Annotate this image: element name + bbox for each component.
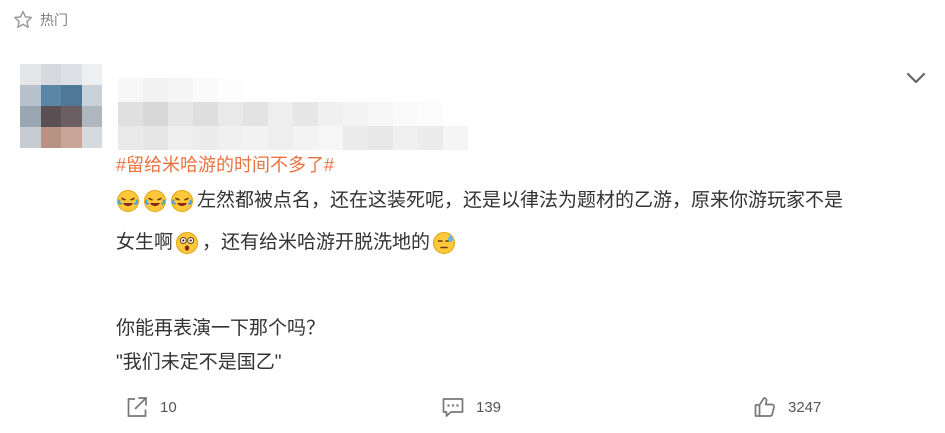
comment-text-2b: ，还有给米哈游开脱洗地的 [202, 232, 431, 253]
like-button[interactable]: 3247 [752, 392, 821, 422]
comment-line-2: 女生啊 ，还有给米哈游开脱洗地的 [116, 222, 926, 264]
laughing-crying-emoji [116, 189, 140, 213]
comment-line-6: "我们未定不是国乙" [116, 352, 282, 373]
chevron-down-icon[interactable] [904, 66, 928, 90]
like-count: 3247 [788, 398, 822, 416]
comment-body: #留给米哈游的时间不多了# 左然都被点名，还在这装死呢，还是以律法为题材的乙游，… [116, 150, 926, 380]
hot-label: 热门 [40, 12, 68, 28]
hot-section-header: 热门 [12, 8, 68, 32]
avatar[interactable] [20, 64, 102, 148]
comment-line-5: 你能再表演一下那个吗？ [116, 318, 326, 339]
comment-text-2a: 女生啊 [116, 232, 174, 253]
like-icon [752, 394, 778, 420]
comment-icon [440, 394, 466, 420]
sweat-emoji [432, 231, 456, 255]
repost-button[interactable]: 10 [124, 392, 177, 422]
comment-line-1: 左然都被点名，还在这装死呢，还是以律法为题材的乙游，原来你游玩家不是 [116, 180, 926, 222]
laughing-crying-emoji [143, 189, 167, 213]
username-blurred[interactable] [118, 78, 468, 150]
comment-button[interactable]: 139 [440, 392, 501, 422]
laughing-crying-emoji [170, 189, 194, 213]
comment-text-1: 左然都被点名，还在这装死呢，还是以律法为题材的乙游，原来你游玩家不是 [197, 190, 844, 211]
shocked-emoji [175, 231, 199, 255]
repost-count: 10 [160, 398, 177, 416]
star-icon [12, 9, 34, 31]
topic-link[interactable]: #留给米哈游的时间不多了# [116, 150, 926, 180]
comment-count: 139 [476, 398, 502, 416]
repost-icon [124, 394, 150, 420]
